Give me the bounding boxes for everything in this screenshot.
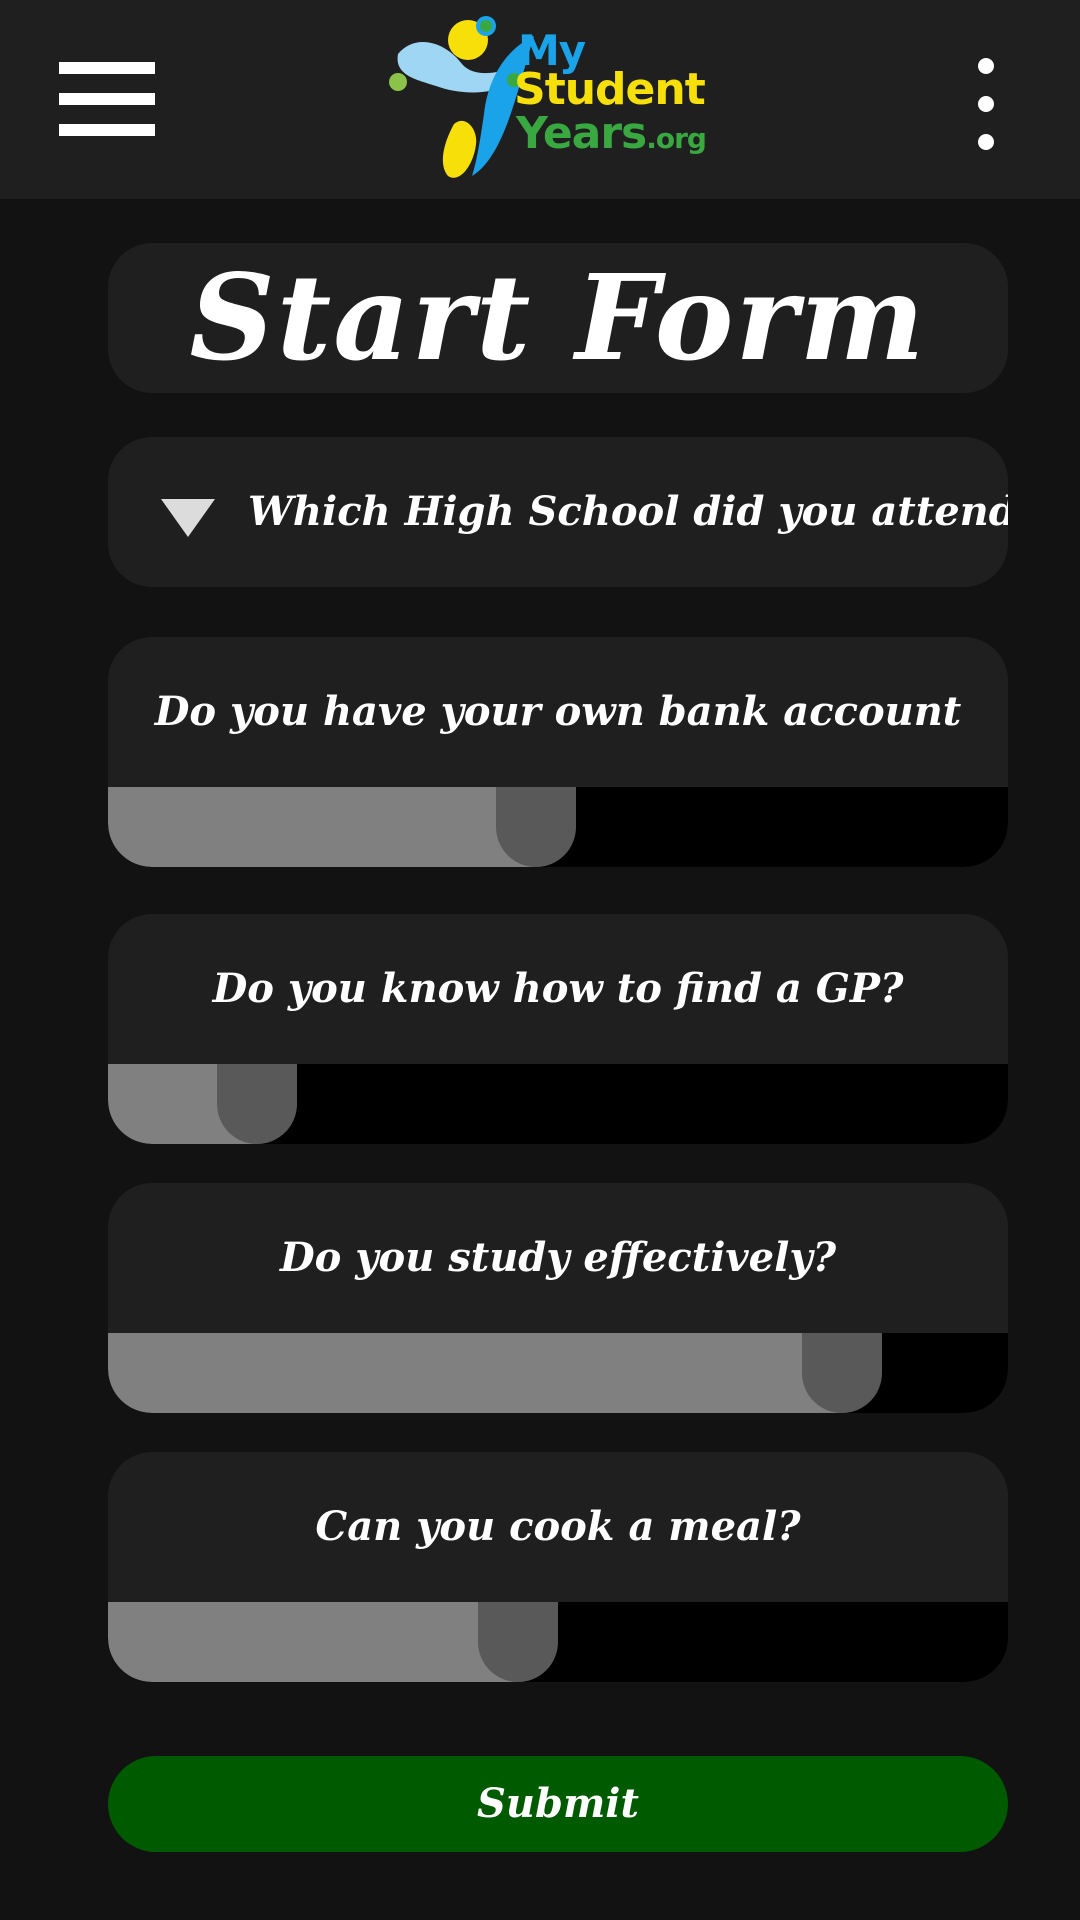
question-slider[interactable] — [108, 1602, 1008, 1682]
logo-text-years-word: Years — [516, 108, 647, 159]
dropdown-triangle-icon — [161, 499, 215, 537]
menu-bar-line — [59, 124, 155, 136]
form-title-card: Start Form — [108, 243, 1008, 393]
question-slider[interactable] — [108, 787, 1008, 867]
slider-thumb[interactable] — [496, 787, 576, 867]
question-slider[interactable] — [108, 1333, 1008, 1413]
kebab-dot — [978, 58, 994, 74]
question-slider[interactable] — [108, 1064, 1008, 1144]
slider-thumb[interactable] — [478, 1602, 558, 1682]
high-school-select[interactable]: Which High School did you attend — [108, 437, 1008, 587]
menu-bar-line — [59, 93, 155, 105]
slider-fill — [108, 1602, 518, 1682]
slider-fill — [108, 787, 536, 867]
question-card-cook-meal: Can you cook a meal? — [108, 1452, 1008, 1682]
question-card-find-gp: Do you know how to find a GP? — [108, 914, 1008, 1144]
mystudentyears-logo[interactable]: My Student Years.org — [384, 14, 707, 184]
logo-text-org: .org — [646, 122, 707, 155]
hamburger-menu-icon[interactable] — [59, 62, 155, 136]
kebab-dot — [978, 96, 994, 112]
form-title: Start Form — [189, 248, 927, 387]
question-card-study: Do you study effectively? — [108, 1183, 1008, 1413]
submit-button[interactable]: Submit — [108, 1756, 1008, 1852]
logo-text-years: Years.org — [516, 112, 707, 156]
kebab-dot — [978, 134, 994, 150]
question-label: Do you have your own bank account — [154, 688, 962, 735]
high-school-select-label: Which High School did you attend — [248, 488, 1008, 535]
question-label: Do you know how to find a GP? — [212, 965, 904, 1012]
slider-thumb[interactable] — [802, 1333, 882, 1413]
logo-text-student: Student — [514, 64, 706, 115]
slider-fill — [108, 1333, 842, 1413]
question-label: Do you study effectively? — [279, 1234, 836, 1281]
more-options-icon[interactable] — [967, 52, 1005, 156]
question-label: Can you cook a meal? — [315, 1503, 801, 1550]
menu-bar-line — [59, 62, 155, 74]
slider-thumb[interactable] — [217, 1064, 297, 1144]
question-card-bank-account: Do you have your own bank account — [108, 637, 1008, 867]
top-app-bar: My Student Years.org — [0, 0, 1080, 199]
